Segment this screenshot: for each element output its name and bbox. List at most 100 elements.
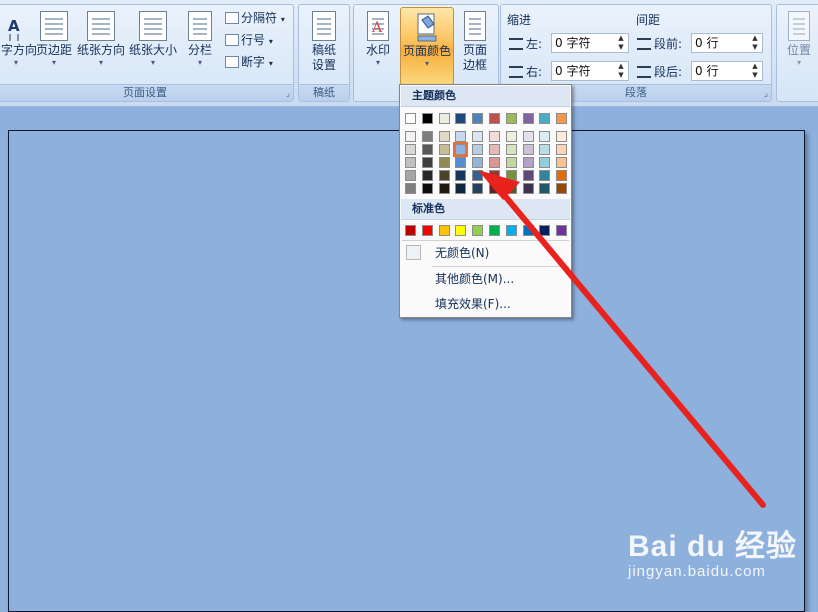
orientation-button[interactable]: 纸张方向 ▾	[77, 7, 125, 83]
theme-shade-swatch[interactable]	[522, 157, 534, 168]
theme-shade-swatch[interactable]	[472, 131, 484, 142]
theme-shade-swatch[interactable]	[405, 157, 416, 168]
theme-shade-swatch[interactable]	[556, 144, 568, 155]
standard-color-swatch[interactable]	[539, 225, 551, 236]
theme-color-swatch[interactable]	[472, 113, 484, 124]
theme-shade-swatch[interactable]	[556, 157, 568, 168]
theme-shade-swatch[interactable]	[505, 131, 517, 142]
fill-effects-item[interactable]: 填充效果(F)...	[401, 292, 570, 316]
theme-shade-swatch[interactable]	[539, 131, 551, 142]
spacing-after-input[interactable]: 0 行 ▲ ▼	[691, 61, 763, 81]
standard-color-swatch[interactable]	[505, 225, 517, 236]
theme-shade-swatch[interactable]	[539, 183, 551, 194]
theme-color-swatch[interactable]	[489, 113, 500, 124]
theme-shade-swatch[interactable]	[405, 144, 416, 155]
theme-color-swatch[interactable]	[522, 113, 534, 124]
theme-shade-swatch[interactable]	[489, 131, 500, 142]
no-color-item[interactable]: 无颜色(N)	[401, 241, 570, 265]
theme-shade-swatch[interactable]	[505, 157, 517, 168]
position-button[interactable]: 位置 ▾	[781, 7, 817, 83]
spacing-before-input[interactable]: 0 行 ▲ ▼	[691, 33, 763, 53]
watermark-button[interactable]: A 水印 ▾	[360, 7, 396, 83]
page-borders-button[interactable]: 页面 边框	[456, 7, 494, 83]
standard-color-swatch[interactable]	[489, 225, 500, 236]
theme-shade-swatch[interactable]	[421, 144, 433, 155]
hyphenation-button[interactable]: 断字 ▾	[225, 53, 273, 71]
standard-color-swatch[interactable]	[405, 225, 416, 236]
theme-shade-swatch[interactable]	[489, 157, 500, 168]
theme-shade-swatch[interactable]	[405, 170, 416, 181]
theme-shade-swatch[interactable]	[505, 144, 517, 155]
theme-shade-swatch[interactable]	[421, 157, 433, 168]
theme-shade-swatch[interactable]	[405, 131, 416, 142]
theme-shade-swatch[interactable]	[455, 131, 467, 142]
margins-button[interactable]: 页边距 ▾	[34, 7, 74, 83]
theme-shade-swatch[interactable]	[421, 183, 433, 194]
text-direction-button[interactable]: A 字方向 ▾	[1, 7, 37, 83]
spinner-icon[interactable]: ▲ ▼	[750, 34, 760, 52]
theme-shade-swatch[interactable]	[421, 131, 433, 142]
theme-color-swatch[interactable]	[405, 113, 416, 124]
theme-shade-swatch[interactable]	[455, 183, 467, 194]
theme-shade-swatch[interactable]	[556, 131, 568, 142]
indent-left-input[interactable]: 0 字符 ▲ ▼	[551, 33, 629, 53]
dialog-launcher-icon[interactable]: ⌟	[764, 89, 768, 99]
theme-shade-swatch[interactable]	[505, 183, 517, 194]
theme-shade-swatch[interactable]	[438, 170, 450, 181]
theme-color-swatch[interactable]	[455, 113, 467, 124]
breaks-button[interactable]: 分隔符 ▾	[225, 9, 285, 27]
theme-shade-swatch[interactable]	[556, 183, 568, 194]
theme-shade-swatch[interactable]	[455, 170, 467, 181]
theme-shade-swatch[interactable]	[556, 170, 568, 181]
theme-shade-swatch[interactable]	[472, 144, 484, 155]
theme-shade-swatch[interactable]	[405, 183, 416, 194]
spinner-icon[interactable]: ▲ ▼	[750, 62, 760, 80]
watermark-icon: A	[367, 11, 389, 41]
dialog-launcher-icon[interactable]: ⌟	[286, 89, 290, 99]
manuscript-settings-button[interactable]: 稿纸 设置	[305, 7, 343, 83]
theme-shade-swatch[interactable]	[522, 183, 534, 194]
theme-shade-swatch[interactable]	[438, 144, 450, 155]
columns-button[interactable]: 分栏 ▾	[183, 7, 217, 83]
theme-shade-swatch[interactable]	[453, 142, 469, 157]
theme-color-swatch[interactable]	[421, 113, 433, 124]
theme-shade-swatch[interactable]	[489, 183, 500, 194]
theme-shade-swatch[interactable]	[472, 183, 484, 194]
spinner-icon[interactable]: ▲ ▼	[616, 62, 626, 80]
theme-shade-swatch[interactable]	[522, 170, 534, 181]
theme-color-swatch[interactable]	[539, 113, 551, 124]
theme-shade-swatch[interactable]	[421, 170, 433, 181]
standard-color-swatch[interactable]	[455, 225, 467, 236]
theme-shade-swatch[interactable]	[539, 170, 551, 181]
theme-color-swatch[interactable]	[438, 113, 450, 124]
theme-shade-swatch[interactable]	[472, 170, 484, 181]
standard-color-swatch[interactable]	[438, 225, 450, 236]
page-color-button[interactable]: 页面颜色 ▾	[400, 7, 454, 85]
standard-color-swatch[interactable]	[556, 225, 568, 236]
more-colors-item[interactable]: 其他颜色(M)...	[401, 267, 570, 291]
standard-color-swatch[interactable]	[421, 225, 433, 236]
theme-shade-swatch[interactable]	[539, 144, 551, 155]
size-button[interactable]: 纸张大小 ▾	[129, 7, 177, 83]
theme-shade-swatch[interactable]	[489, 170, 500, 181]
theme-shade-swatch[interactable]	[438, 157, 450, 168]
theme-color-swatch[interactable]	[556, 113, 568, 124]
theme-shade-swatch[interactable]	[539, 157, 551, 168]
theme-color-swatch[interactable]	[505, 113, 517, 124]
theme-shade-swatch[interactable]	[505, 170, 517, 181]
more-colors-label: 其他颜色(M)...	[435, 272, 515, 286]
theme-shade-swatch[interactable]	[455, 157, 467, 168]
standard-color-swatch[interactable]	[472, 225, 484, 236]
theme-shade-swatch[interactable]	[438, 183, 450, 194]
theme-shade-swatch[interactable]	[472, 157, 484, 168]
standard-color-swatch[interactable]	[522, 225, 534, 236]
line-numbers-button[interactable]: 行号 ▾	[225, 31, 273, 49]
theme-shade-swatch[interactable]	[438, 131, 450, 142]
theme-shade-swatch[interactable]	[522, 144, 534, 155]
theme-shade-swatch[interactable]	[522, 131, 534, 142]
theme-shade-swatch[interactable]	[489, 144, 500, 155]
chevron-down-icon: ▾	[424, 59, 429, 68]
indent-right-input[interactable]: 0 字符 ▲ ▼	[551, 61, 629, 81]
spinner-icon[interactable]: ▲ ▼	[616, 34, 626, 52]
chevron-down-icon: ▾	[150, 58, 155, 67]
